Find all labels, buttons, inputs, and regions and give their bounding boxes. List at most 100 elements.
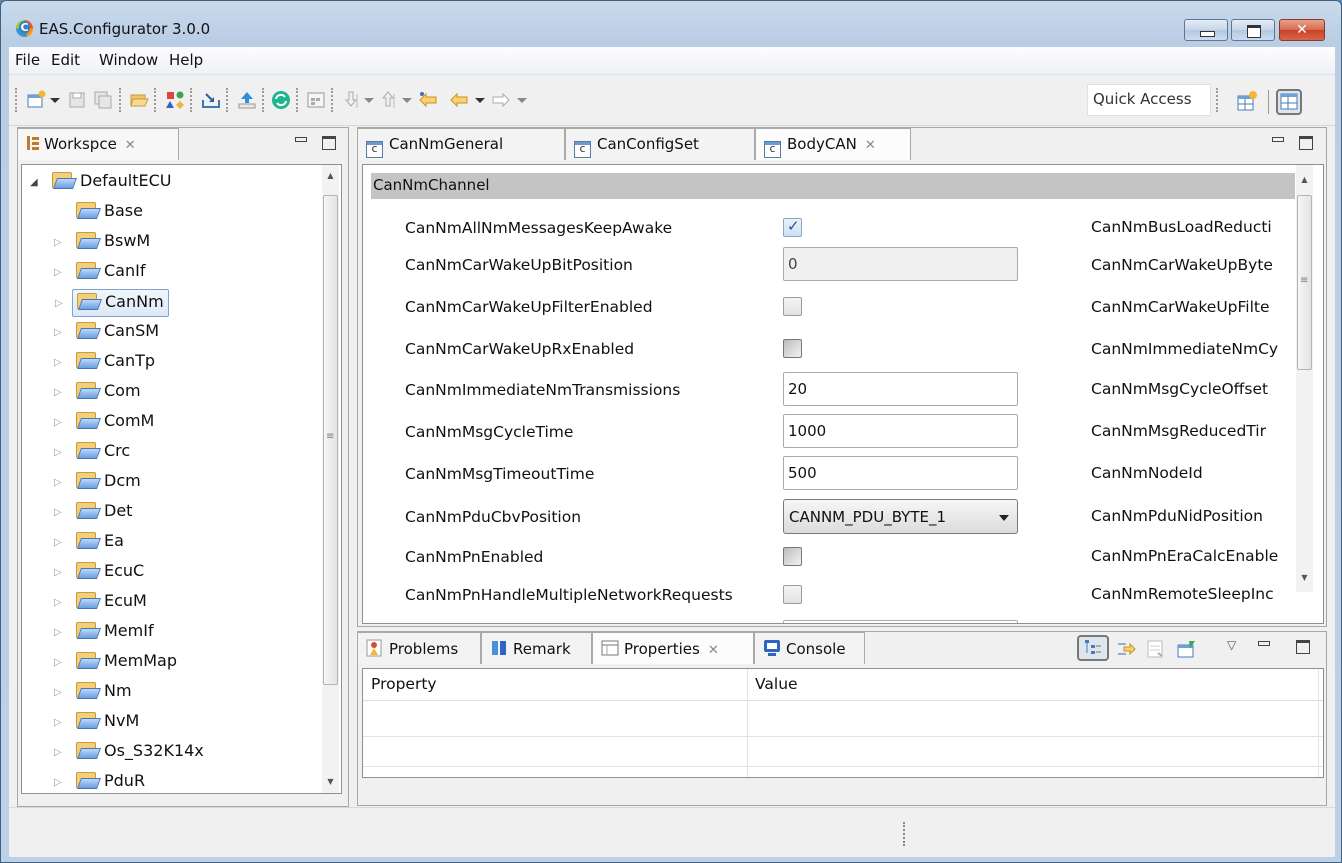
perspective-button[interactable] — [1276, 89, 1302, 115]
column-header-value[interactable]: Value — [755, 675, 798, 693]
tree-item-canif[interactable]: ▷ CanIf — [54, 259, 149, 287]
collapsed-twisty-icon[interactable]: ▷ — [54, 387, 62, 398]
collapsed-twisty-icon[interactable]: ▷ — [54, 237, 62, 248]
param-checkbox[interactable] — [783, 585, 802, 604]
expanded-twisty-icon[interactable]: ◢ — [30, 177, 38, 188]
param-checkbox[interactable] — [783, 217, 802, 237]
tab-remark[interactable]: Remark — [481, 632, 592, 664]
tree-item-bswm[interactable]: ▷ BswM — [54, 229, 154, 257]
maximize-panel-icon[interactable] — [322, 136, 336, 150]
quick-access-input[interactable]: Quick Access — [1087, 84, 1211, 116]
back-icon[interactable] — [449, 90, 469, 110]
tree-item-cannm[interactable]: ▷ CanNm — [55, 289, 169, 317]
param-select[interactable]: CANNM_PDU_BYTE_1 — [783, 499, 1018, 534]
tree-item-nvm[interactable]: ▷ NvM — [54, 709, 143, 737]
tab-bodycan[interactable]: c BodyCAN ✕ — [755, 128, 911, 160]
column-header-property[interactable]: Property — [371, 675, 437, 693]
scroll-up-icon[interactable]: ▲ — [1296, 171, 1313, 188]
tree-item-os-s32k14x[interactable]: ▷ Os_S32K14x — [54, 739, 208, 767]
shapes-icon[interactable] — [165, 90, 185, 110]
collapsed-twisty-icon[interactable]: ▷ — [54, 687, 62, 698]
tab-canconfigset[interactable]: c CanConfigSet — [565, 128, 755, 160]
restore-default-icon[interactable] — [1146, 639, 1166, 659]
previous-annotation-icon[interactable] — [379, 90, 399, 110]
collapsed-twisty-icon[interactable]: ▷ — [54, 777, 62, 788]
import-icon[interactable] — [201, 90, 221, 110]
refresh-icon[interactable] — [271, 90, 291, 110]
tree-item-cantp[interactable]: ▷ CanTp — [54, 349, 159, 377]
collapsed-twisty-icon[interactable]: ▷ — [54, 357, 62, 368]
tree-item-defaultecu[interactable]: ◢ DefaultECU — [30, 169, 175, 197]
show-categories-button[interactable] — [1077, 635, 1109, 661]
collapsed-twisty-icon[interactable]: ▷ — [54, 267, 62, 278]
pin-view-icon[interactable] — [1176, 639, 1196, 659]
tree-item-memmap[interactable]: ▷ MemMap — [54, 649, 181, 677]
tab-problems[interactable]: Problems — [357, 632, 481, 664]
previous-annotation-dropdown-icon[interactable] — [402, 98, 412, 103]
tree-item-comm[interactable]: ▷ ComM — [54, 409, 158, 437]
tab-properties[interactable]: Properties ✕ — [592, 632, 754, 664]
minimize-panel-icon[interactable] — [1258, 641, 1270, 646]
collapsed-twisty-icon[interactable]: ▷ — [54, 627, 62, 638]
collapsed-twisty-icon[interactable]: ▷ — [54, 477, 62, 488]
tab-cannmgeneral[interactable]: c CanNmGeneral — [357, 128, 565, 160]
tree-item-nm[interactable]: ▷ Nm — [54, 679, 136, 707]
tree-item-ea[interactable]: ▷ Ea — [54, 529, 128, 557]
editor-vertical-scrollbar[interactable]: ▲ ≡ ▼ — [1296, 165, 1313, 592]
scroll-down-icon[interactable]: ▼ — [1296, 569, 1313, 586]
close-tab-icon[interactable]: ✕ — [125, 138, 136, 153]
tree-vertical-scrollbar[interactable]: ▲ ≡ ▼ — [322, 165, 339, 793]
param-input[interactable] — [783, 620, 1018, 623]
param-input[interactable]: 1000 — [783, 414, 1018, 448]
tree-item-ecuc[interactable]: ▷ EcuC — [54, 559, 148, 587]
collapsed-twisty-icon[interactable]: ▷ — [54, 507, 62, 518]
minimize-button[interactable] — [1184, 19, 1228, 41]
tab-console[interactable]: Console — [754, 632, 865, 664]
collapsed-twisty-icon[interactable]: ▷ — [54, 657, 62, 668]
collapsed-twisty-icon[interactable]: ▷ — [54, 327, 62, 338]
menu-help[interactable]: Help — [169, 51, 203, 69]
maximize-panel-icon[interactable] — [1299, 136, 1313, 150]
scroll-up-icon[interactable]: ▲ — [322, 167, 339, 184]
menu-edit[interactable]: Edit — [51, 51, 80, 69]
forward-dropdown-icon[interactable] — [517, 98, 527, 103]
save-icon[interactable] — [67, 90, 87, 110]
forward-icon[interactable] — [491, 90, 511, 110]
layout-icon[interactable] — [306, 90, 326, 110]
tree-item-base[interactable]: Base — [72, 199, 147, 227]
open-perspective-icon[interactable] — [1234, 89, 1260, 115]
collapsed-twisty-icon[interactable]: ▷ — [54, 447, 62, 458]
tree-item-cansm[interactable]: ▷ CanSM — [54, 319, 163, 347]
open-folder-icon[interactable] — [129, 90, 149, 110]
view-menu-icon[interactable]: ▽ — [1227, 638, 1236, 652]
close-tab-icon[interactable]: ✕ — [708, 643, 719, 658]
menu-window[interactable]: Window — [99, 51, 158, 69]
maximize-button[interactable] — [1231, 19, 1275, 41]
param-checkbox[interactable] — [783, 297, 802, 316]
collapsed-twisty-icon[interactable]: ▷ — [54, 417, 62, 428]
next-annotation-dropdown-icon[interactable] — [364, 98, 374, 103]
next-annotation-icon[interactable] — [342, 90, 362, 110]
menu-file[interactable]: File — [15, 51, 40, 69]
param-input[interactable]: 20 — [783, 372, 1018, 406]
tab-workspace[interactable]: Workspce ✕ — [17, 128, 179, 160]
tree-item-memif[interactable]: ▷ MemIf — [54, 619, 158, 647]
tree-item-dcm[interactable]: ▷ Dcm — [54, 469, 145, 497]
tree-item-ecum[interactable]: ▷ EcuM — [54, 589, 151, 617]
collapsed-twisty-icon[interactable]: ▷ — [54, 717, 62, 728]
collapsed-twisty-icon[interactable]: ▷ — [54, 537, 62, 548]
minimize-panel-icon[interactable] — [295, 137, 307, 142]
tree-item-pdur[interactable]: ▷ PduR — [54, 769, 149, 793]
scroll-down-icon[interactable]: ▼ — [322, 773, 339, 790]
tree-item-com[interactable]: ▷ Com — [54, 379, 145, 407]
minimize-panel-icon[interactable] — [1272, 137, 1284, 142]
export-icon[interactable] — [237, 90, 257, 110]
show-advanced-icon[interactable] — [1116, 639, 1136, 659]
new-icon[interactable] — [26, 90, 46, 110]
collapsed-twisty-icon[interactable]: ▷ — [54, 567, 62, 578]
collapsed-twisty-icon[interactable]: ▷ — [55, 298, 63, 309]
param-input[interactable]: 500 — [783, 456, 1018, 490]
new-dropdown-icon[interactable] — [50, 98, 60, 103]
collapsed-twisty-icon[interactable]: ▷ — [54, 597, 62, 608]
back-dropdown-icon[interactable] — [475, 98, 485, 103]
